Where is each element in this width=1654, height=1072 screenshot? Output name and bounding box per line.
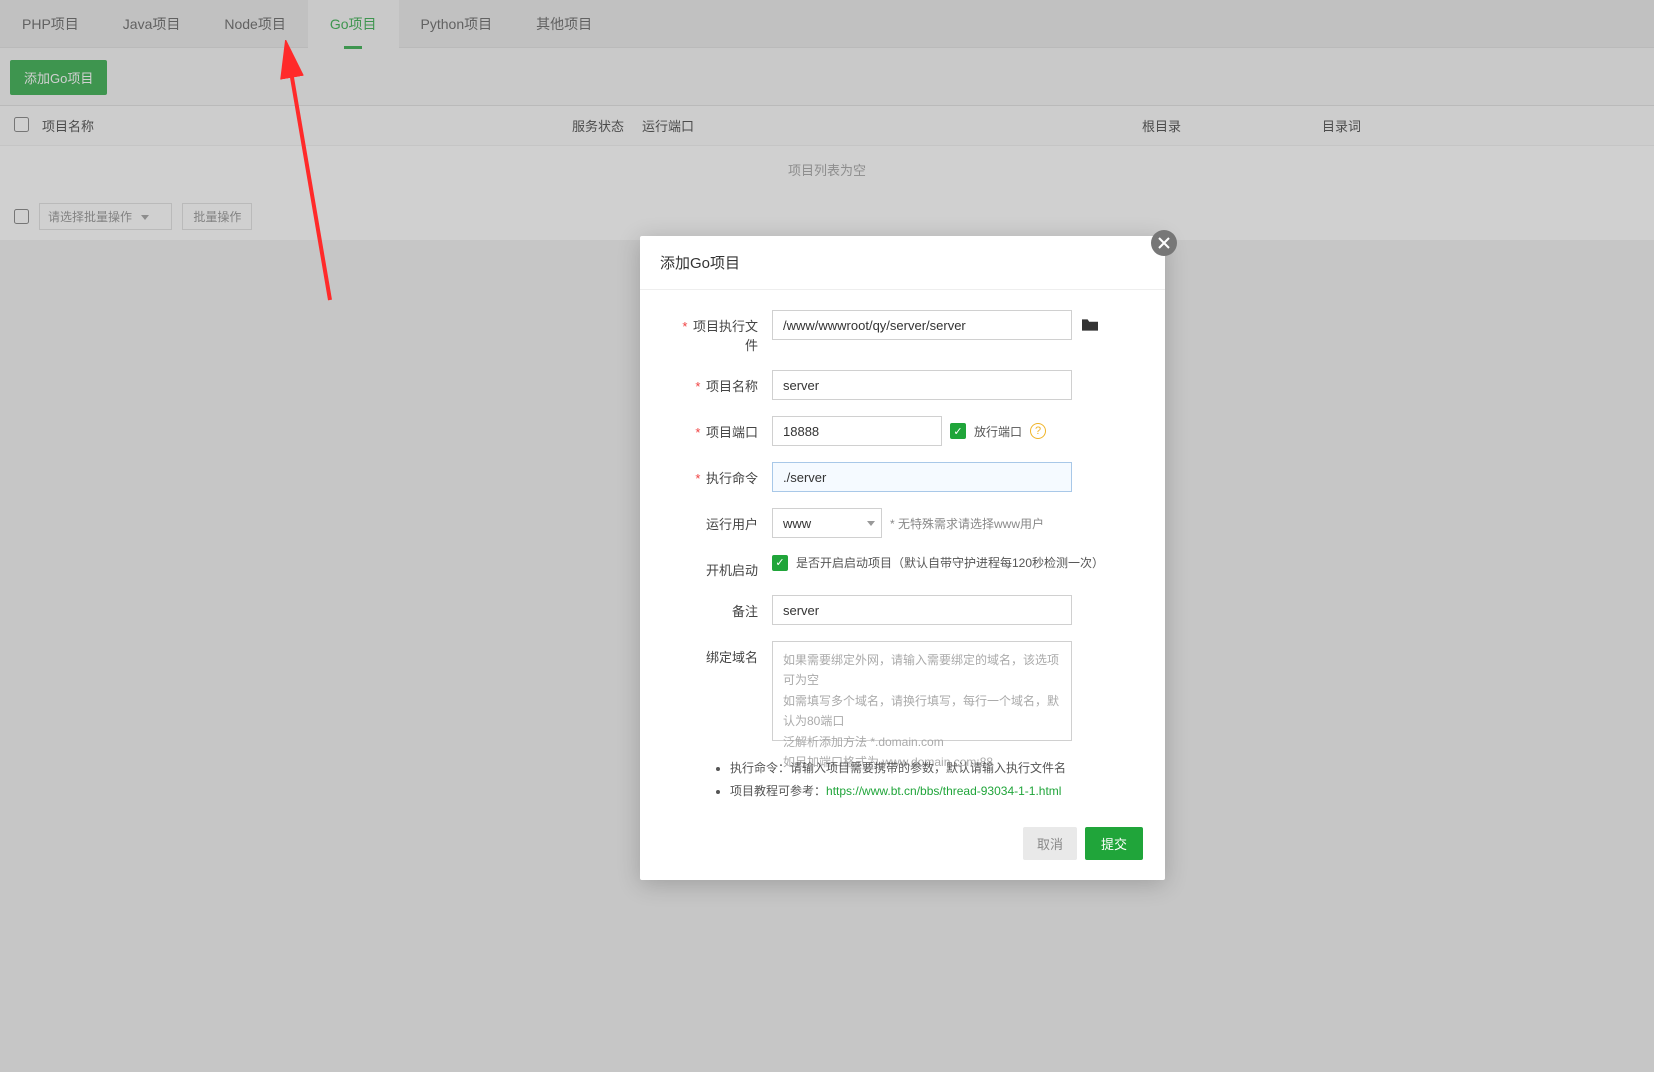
label-remark: 备注: [670, 595, 772, 620]
label-user: 运行用户: [670, 508, 772, 533]
chevron-down-icon: [867, 521, 875, 526]
note-prefix: 项目教程可参考：: [730, 784, 826, 798]
cancel-button[interactable]: 取消: [1023, 827, 1077, 860]
label-exec-file: 项目执行文件: [670, 310, 772, 354]
modal-notes: 执行命令：请输入项目需要携带的参数，默认请输入执行文件名 项目教程可参考：htt…: [670, 757, 1135, 803]
run-user-value: www: [783, 516, 811, 531]
release-port-checkbox[interactable]: ✓: [950, 423, 966, 439]
label-cmd: 执行命令: [670, 462, 772, 487]
note-line-2: 项目教程可参考：https://www.bt.cn/bbs/thread-930…: [730, 780, 1135, 803]
release-port-label: 放行端口: [974, 423, 1022, 440]
add-go-project-modal: 添加Go项目 项目执行文件 项目名称 项目端口 ✓ 放行端口 ?: [640, 236, 1165, 880]
domain-textarea[interactable]: 如果需要绑定外网，请输入需要绑定的域名，该选项可为空 如需填写多个域名，请换行填…: [772, 641, 1072, 741]
close-icon[interactable]: [1151, 230, 1177, 256]
label-port: 项目端口: [670, 416, 772, 441]
cmd-input[interactable]: [772, 462, 1072, 492]
autostart-checkbox[interactable]: ✓: [772, 555, 788, 571]
autostart-desc: 是否开启启动项目（默认自带守护进程每120秒检测一次）: [796, 554, 1104, 571]
exec-file-input[interactable]: [772, 310, 1072, 340]
help-icon[interactable]: ?: [1030, 423, 1046, 439]
label-domain: 绑定域名: [670, 641, 772, 666]
project-name-input[interactable]: [772, 370, 1072, 400]
modal-title: 添加Go项目: [640, 236, 1165, 290]
submit-button[interactable]: 提交: [1085, 827, 1143, 860]
note-line-1: 执行命令：请输入项目需要携带的参数，默认请输入执行文件名: [730, 757, 1135, 780]
remark-input[interactable]: [772, 595, 1072, 625]
label-autostart: 开机启动: [670, 554, 772, 579]
user-hint: * 无特殊需求请选择www用户: [890, 515, 1044, 532]
run-user-select[interactable]: www: [772, 508, 882, 538]
label-project-name: 项目名称: [670, 370, 772, 395]
port-input[interactable]: [772, 416, 942, 446]
folder-icon[interactable]: [1080, 317, 1100, 333]
tutorial-link[interactable]: https://www.bt.cn/bbs/thread-93034-1-1.h…: [826, 784, 1061, 798]
